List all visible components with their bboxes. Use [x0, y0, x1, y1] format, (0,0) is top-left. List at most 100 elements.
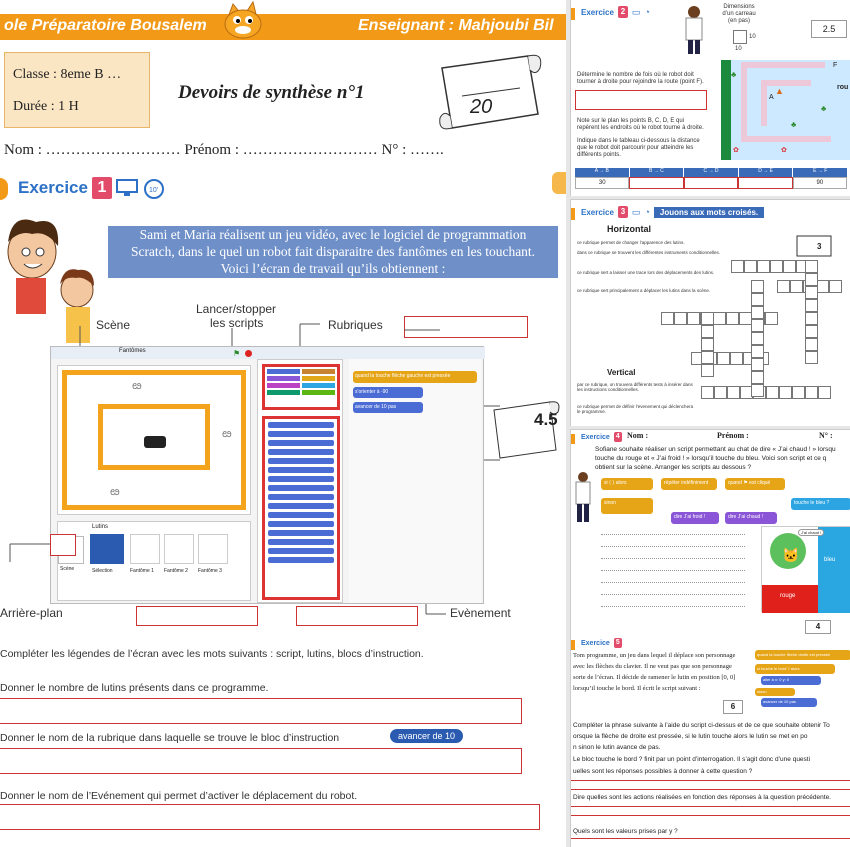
crossword-cell[interactable]: [744, 260, 757, 273]
stop-icon[interactable]: [245, 350, 252, 357]
answer-line-ex5-2[interactable]: [571, 780, 850, 790]
crossword-cell[interactable]: [717, 352, 730, 365]
script-if[interactable]: si touche le bord ? alors: [755, 664, 835, 674]
ghost-sprite-2[interactable]: ఴ: [222, 426, 232, 443]
crossword-cell[interactable]: [701, 351, 714, 364]
crossword-cell[interactable]: [805, 273, 818, 286]
vertical-title: Vertical: [607, 368, 636, 377]
crossword-cell[interactable]: [751, 358, 764, 371]
sprite-thumb-ghost-2[interactable]: [164, 534, 194, 564]
block-when-flag[interactable]: quand ⚑ est cliqué: [725, 478, 785, 490]
block-say-hot[interactable]: dire J’ai chaud !: [725, 512, 777, 524]
crossword-cell[interactable]: [805, 260, 818, 273]
scratch-cat-icon[interactable]: 🐱: [782, 547, 799, 564]
crossword-cell[interactable]: [757, 260, 770, 273]
crossword-cell[interactable]: [731, 260, 744, 273]
crossword-cell[interactable]: [818, 386, 831, 399]
ghost-sprite-3[interactable]: ఴ: [110, 484, 120, 501]
crossword-cell[interactable]: [701, 312, 714, 325]
answer-line-4[interactable]: [0, 804, 540, 830]
block-say-cold[interactable]: dire J’ai froid !: [671, 512, 719, 524]
answer-box-blocs[interactable]: [296, 606, 418, 626]
answer-dotted-line[interactable]: [601, 546, 745, 547]
answer-dotted-line[interactable]: [601, 534, 745, 535]
crossword-cell[interactable]: [805, 286, 818, 299]
crossword-cell[interactable]: [805, 386, 818, 399]
script-move[interactable]: avancer de 10 pas: [761, 698, 817, 707]
table-cell-3[interactable]: [738, 177, 793, 189]
crossword-cell[interactable]: [701, 386, 714, 399]
script-point-direction-block[interactable]: s'orienter à -90: [353, 387, 423, 398]
crossword-cell[interactable]: [777, 280, 790, 293]
crossword-cell[interactable]: [765, 312, 778, 325]
exercise-1-badge: Exercice 1 10': [18, 176, 166, 200]
script-else[interactable]: sinon: [755, 688, 795, 696]
crossword-cell[interactable]: [751, 293, 764, 306]
computer-icon: ▭: [631, 206, 641, 217]
script-move-block[interactable]: avancer de 10 pas: [353, 402, 423, 413]
crossword-cell[interactable]: [730, 352, 743, 365]
crossword-cell[interactable]: [790, 280, 803, 293]
answer-box-lutins[interactable]: [136, 606, 258, 626]
question-2: Donner le nombre de lutins présents dans…: [0, 682, 269, 694]
crossword-cell[interactable]: [805, 351, 818, 364]
crossword-cell[interactable]: [701, 364, 714, 377]
computer-icon: ▭: [631, 6, 641, 17]
block-touch-blue[interactable]: touche le bleu ?: [791, 498, 850, 510]
crossword-cell[interactable]: [713, 312, 726, 325]
block-else[interactable]: sinon: [601, 498, 653, 514]
crossword-cell[interactable]: [751, 384, 764, 397]
crossword-cell[interactable]: [701, 338, 714, 351]
sprite-thumb-selected[interactable]: [90, 534, 124, 564]
crossword-cell[interactable]: [751, 319, 764, 332]
script-when-key-block[interactable]: quand la touche flèche gauche est pressé…: [353, 371, 477, 383]
bullet: [571, 434, 575, 444]
crossword-cell[interactable]: [751, 345, 764, 358]
block-if[interactable]: si ⟨ ⟩ alors: [601, 478, 653, 490]
crossword-cell[interactable]: [751, 371, 764, 384]
crossword-cell[interactable]: [766, 386, 779, 399]
crossword-cell[interactable]: [674, 312, 687, 325]
crossword-cell[interactable]: [701, 325, 714, 338]
script-goto[interactable]: aller à x: 0 y: 0: [761, 676, 821, 685]
answer-dotted-line[interactable]: [601, 570, 745, 571]
answer-line-ex5-3[interactable]: [571, 806, 850, 816]
block-forever[interactable]: répéter indéfiniment: [661, 478, 717, 490]
h-clue-4: ce rubrique sert principalement a déplac…: [577, 288, 711, 293]
answer-line-ex5-4[interactable]: [571, 838, 850, 847]
crossword-cell[interactable]: [792, 386, 805, 399]
script-when-key[interactable]: quand la touche flèche droite est pressé…: [755, 650, 850, 660]
crossword-cell[interactable]: [779, 386, 792, 399]
crossword-cell[interactable]: [727, 386, 740, 399]
answer-box-arriere[interactable]: [50, 534, 76, 556]
crossword-cell[interactable]: [783, 260, 796, 273]
ghost-sprite-1[interactable]: ఴ: [132, 378, 142, 395]
crossword-cell[interactable]: [770, 260, 783, 273]
ex5-question-1b: orsque la flèche de droite est pressée, …: [573, 733, 808, 740]
crossword-cell[interactable]: [751, 332, 764, 345]
crossword-cell[interactable]: [805, 325, 818, 338]
answer-dotted-line[interactable]: [601, 606, 745, 607]
answer-dotted-line[interactable]: [601, 594, 745, 595]
crossword-cell[interactable]: [661, 312, 674, 325]
answer-box-ex2-1[interactable]: [575, 90, 707, 110]
answer-line-3[interactable]: [0, 748, 522, 774]
crossword-cell[interactable]: [805, 338, 818, 351]
crossword-cell[interactable]: [829, 280, 842, 293]
crossword-cell[interactable]: [751, 280, 764, 293]
robot-sprite[interactable]: [144, 436, 166, 448]
answer-dotted-line[interactable]: [601, 582, 745, 583]
sprite-thumb-ghost-3[interactable]: [198, 534, 228, 564]
answer-dotted-line[interactable]: [601, 558, 745, 559]
crossword-cell[interactable]: [726, 312, 739, 325]
sprite-thumb-ghost-1[interactable]: [130, 534, 160, 564]
table-cell-1[interactable]: [629, 177, 684, 189]
crossword-cell[interactable]: [714, 386, 727, 399]
crossword-cell[interactable]: [687, 312, 700, 325]
table-cell-2[interactable]: [683, 177, 739, 189]
crossword-cell[interactable]: [805, 299, 818, 312]
crossword-cell[interactable]: [805, 312, 818, 325]
crossword-cell[interactable]: [751, 306, 764, 319]
green-flag-icon[interactable]: ⚑: [233, 349, 240, 358]
answer-line-2[interactable]: [0, 698, 522, 724]
